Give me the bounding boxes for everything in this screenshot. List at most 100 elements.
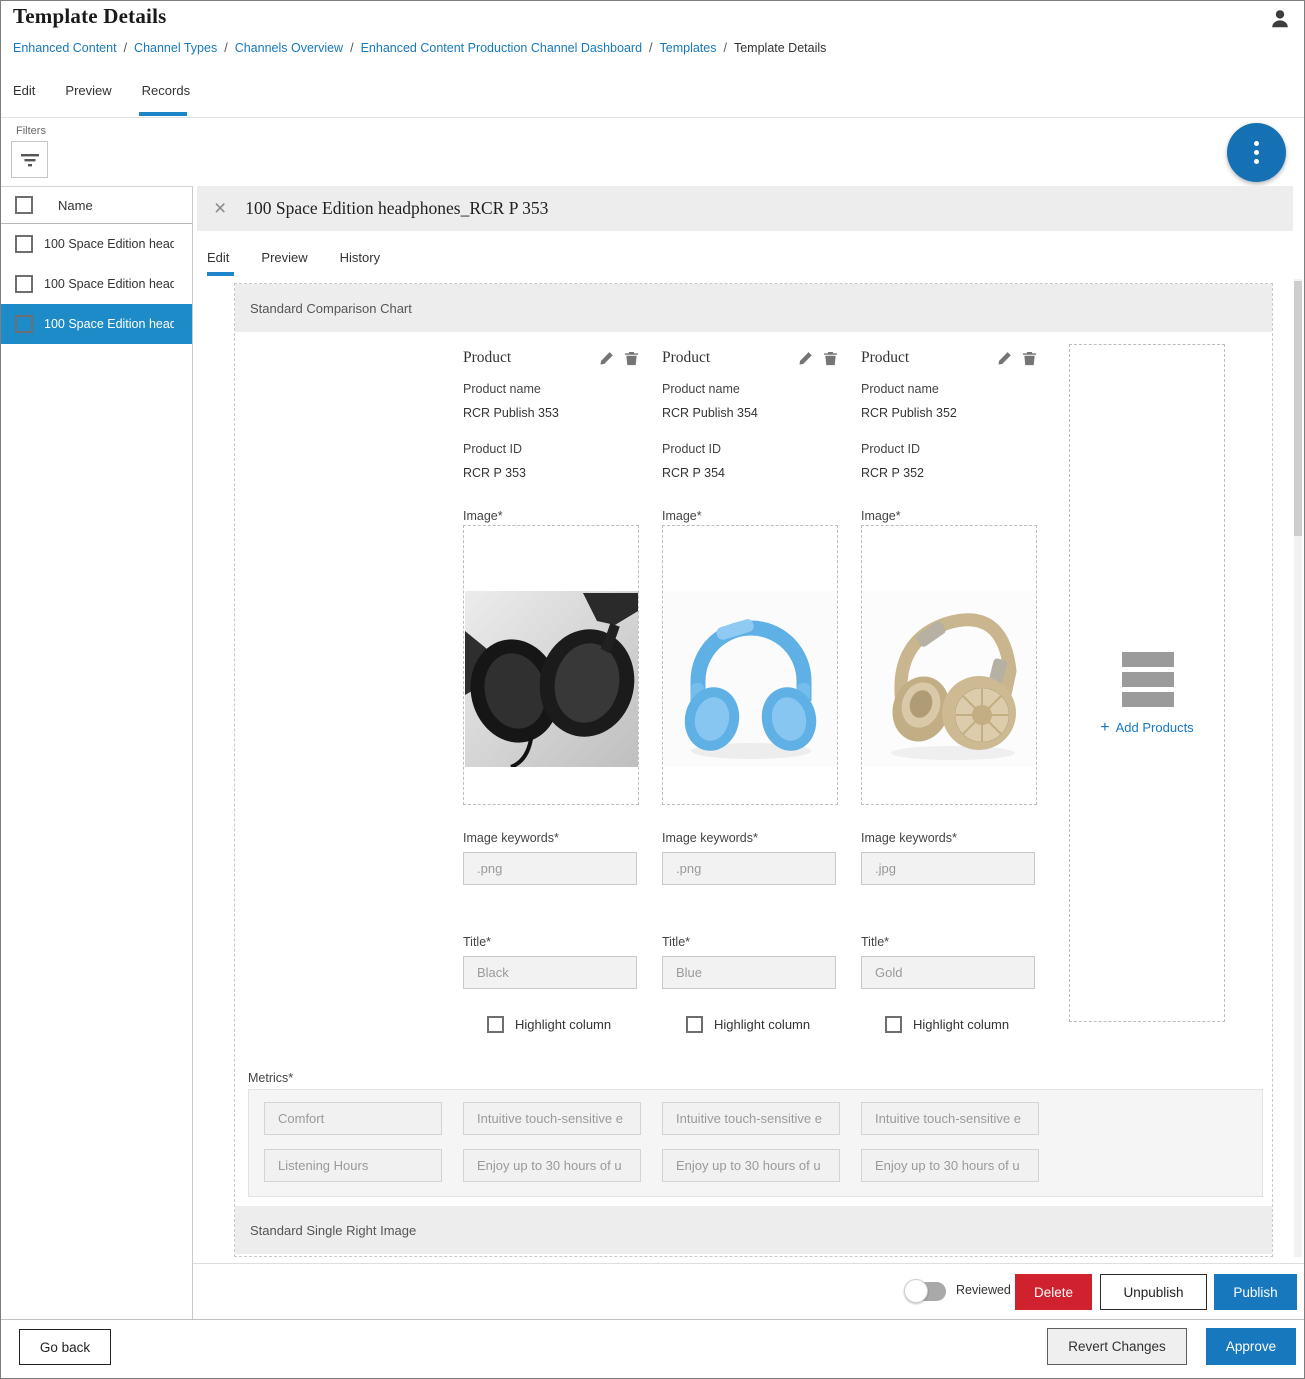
row-name: 100 Space Edition head: [44, 277, 174, 291]
edit-icon[interactable]: [997, 351, 1012, 366]
detail-footer: Reviewed Delete Unpublish Publish: [193, 1263, 1305, 1319]
breadcrumb-link[interactable]: Channel Types: [134, 41, 217, 55]
tab-edit[interactable]: Edit: [13, 83, 35, 98]
go-back-button[interactable]: Go back: [19, 1329, 111, 1365]
product-heading: Product: [463, 349, 511, 367]
page-title: Template Details: [13, 4, 167, 29]
select-all-checkbox[interactable]: [15, 196, 33, 214]
product-photo-gold-headphones: [863, 591, 1036, 767]
filter-icon: [20, 153, 40, 167]
trash-icon[interactable]: [624, 351, 639, 366]
image-dropzone[interactable]: [463, 525, 639, 805]
list-header-name: Name: [58, 198, 93, 213]
breadcrumb-separator: /: [649, 41, 652, 55]
section-standard-single-right-image[interactable]: Standard Single Right Image: [235, 1206, 1272, 1254]
metric-field[interactable]: Enjoy up to 30 hours of u: [662, 1149, 840, 1182]
image-keywords-label: Image keywords*: [463, 831, 559, 845]
highlight-column-option[interactable]: Highlight column: [476, 1016, 611, 1033]
list-item[interactable]: 100 Space Edition head: [1, 224, 192, 264]
revert-changes-button[interactable]: Revert Changes: [1047, 1328, 1187, 1365]
user-icon[interactable]: [1269, 8, 1291, 30]
image-dropzone[interactable]: [662, 525, 838, 805]
product-name-label: Product name: [463, 382, 541, 396]
title-label: Title*: [861, 935, 889, 949]
filter-button[interactable]: [11, 141, 48, 178]
scrollbar-thumb[interactable]: [1294, 281, 1302, 536]
row-checkbox[interactable]: [15, 275, 33, 293]
unpublish-button[interactable]: Unpublish: [1100, 1274, 1207, 1310]
section-standard-comparison-chart[interactable]: Standard Comparison Chart: [235, 284, 1272, 332]
detail-tab-preview[interactable]: Preview: [261, 250, 307, 265]
add-products-button[interactable]: +Add Products: [1070, 719, 1224, 737]
bottom-action-bar: Go back Revert Changes Approve: [1, 1319, 1304, 1379]
stacked-rows-icon: [1122, 652, 1174, 712]
add-products-dropzone[interactable]: +Add Products: [1069, 344, 1225, 1022]
reviewed-toggle[interactable]: [906, 1282, 946, 1301]
detail-tab-edit[interactable]: Edit: [207, 250, 229, 265]
metric-field[interactable]: Listening Hours: [264, 1149, 442, 1182]
detail-tab-history[interactable]: History: [340, 250, 380, 265]
close-icon[interactable]: ×: [214, 198, 226, 219]
edit-icon[interactable]: [599, 351, 614, 366]
metric-field[interactable]: Comfort: [264, 1102, 442, 1135]
row-checkbox[interactable]: [15, 315, 33, 333]
plus-icon: +: [1100, 719, 1109, 736]
image-dropzone[interactable]: [861, 525, 1037, 805]
product-name-value: RCR Publish 353: [463, 406, 559, 420]
actions-fab[interactable]: [1227, 123, 1286, 182]
metric-field[interactable]: Intuitive touch-sensitive e: [861, 1102, 1039, 1135]
metric-field[interactable]: Enjoy up to 30 hours of u: [861, 1149, 1039, 1182]
tab-bar-divider: [1, 117, 1304, 118]
trash-icon[interactable]: [1022, 351, 1037, 366]
metrics-label: Metrics*: [248, 1071, 293, 1085]
image-keywords-field[interactable]: .png: [463, 852, 637, 885]
image-keywords-field[interactable]: .png: [662, 852, 836, 885]
product-name-label: Product name: [861, 382, 939, 396]
breadcrumb-link[interactable]: Enhanced Content: [13, 41, 117, 55]
toggle-knob: [904, 1279, 928, 1303]
breadcrumb-link[interactable]: Channels Overview: [235, 41, 343, 55]
trash-icon[interactable]: [823, 351, 838, 366]
row-checkbox[interactable]: [15, 235, 33, 253]
delete-button[interactable]: Delete: [1015, 1274, 1092, 1310]
image-keywords-field[interactable]: .jpg: [861, 852, 1035, 885]
title-field[interactable]: Gold: [861, 956, 1035, 989]
section-title: Standard Single Right Image: [250, 1223, 416, 1238]
breadcrumb-separator: /: [224, 41, 227, 55]
product-id-label: Product ID: [861, 442, 920, 456]
metrics-panel: Comfort Intuitive touch-sensitive e Intu…: [248, 1089, 1263, 1197]
detail-scrollbar[interactable]: [1294, 279, 1302, 1257]
breadcrumb-link[interactable]: Enhanced Content Production Channel Dash…: [361, 41, 642, 55]
publish-button[interactable]: Publish: [1214, 1274, 1297, 1310]
highlight-column-option[interactable]: Highlight column: [675, 1016, 810, 1033]
metric-field[interactable]: Intuitive touch-sensitive e: [463, 1102, 641, 1135]
breadcrumb: Enhanced Content / Channel Types / Channels …: [13, 41, 826, 55]
highlight-column-option[interactable]: Highlight column: [874, 1016, 1009, 1033]
breadcrumb-separator: /: [350, 41, 353, 55]
edit-icon[interactable]: [798, 351, 813, 366]
reviewed-label: Reviewed: [956, 1283, 1011, 1297]
breadcrumb-link[interactable]: Templates: [660, 41, 717, 55]
list-item[interactable]: 100 Space Edition head: [1, 264, 192, 304]
highlight-label: Highlight column: [714, 1017, 810, 1032]
image-label: Image*: [463, 509, 503, 523]
highlight-checkbox[interactable]: [686, 1016, 703, 1033]
tab-records[interactable]: Records: [142, 83, 190, 98]
title-field[interactable]: Blue: [662, 956, 836, 989]
main-tab-bar: Edit Preview Records: [13, 83, 190, 98]
filters-label: Filters: [16, 125, 46, 137]
highlight-label: Highlight column: [913, 1017, 1009, 1032]
tab-preview[interactable]: Preview: [65, 83, 111, 98]
highlight-checkbox[interactable]: [885, 1016, 902, 1033]
highlight-label: Highlight column: [515, 1017, 611, 1032]
product-id-label: Product ID: [463, 442, 522, 456]
product-photo-black-headphones: [465, 591, 638, 767]
product-name-value: RCR Publish 354: [662, 406, 758, 420]
approve-button[interactable]: Approve: [1206, 1328, 1296, 1365]
highlight-checkbox[interactable]: [487, 1016, 504, 1033]
title-field[interactable]: Black: [463, 956, 637, 989]
list-item-selected[interactable]: 100 Space Edition head: [1, 304, 192, 344]
metric-field[interactable]: Enjoy up to 30 hours of u: [463, 1149, 641, 1182]
product-id-value: RCR P 354: [662, 466, 725, 480]
metric-field[interactable]: Intuitive touch-sensitive e: [662, 1102, 840, 1135]
